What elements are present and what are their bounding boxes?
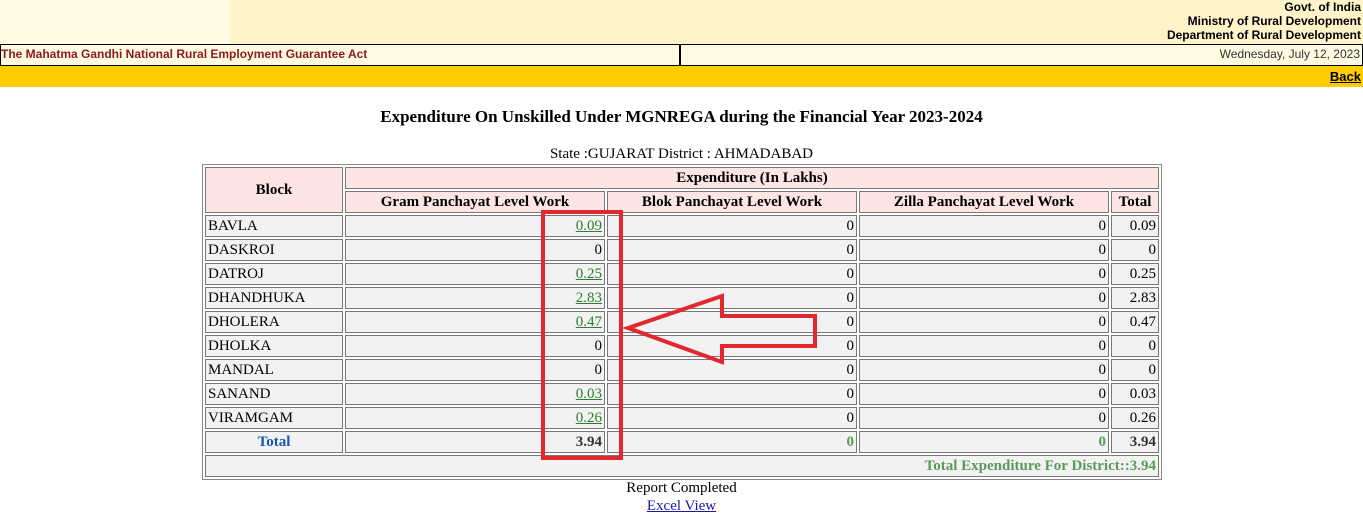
govt-of-india-text: Govt. of India — [1284, 0, 1361, 14]
gram-panchayat-value-link[interactable]: 0.47 — [576, 314, 602, 330]
header-zilla-panchayat: Zilla Panchayat Level Work — [859, 191, 1109, 213]
row-total-value: 0 — [1111, 335, 1159, 357]
table-row: DHOLKA 0 0 0 0 — [205, 335, 1159, 357]
row-total-value: 0.03 — [1111, 383, 1159, 405]
block-name: DATROJ — [205, 263, 343, 285]
row-total-value: 0 — [1111, 359, 1159, 381]
blok-panchayat-value: 0 — [607, 239, 857, 261]
table-row: MANDAL 0 0 0 0 — [205, 359, 1159, 381]
zilla-panchayat-value: 0 — [859, 335, 1109, 357]
gram-panchayat-value: 0 — [345, 335, 605, 357]
row-total-value: 0.47 — [1111, 311, 1159, 333]
excel-view-link[interactable]: Excel View — [647, 498, 716, 514]
blok-panchayat-value: 0 — [607, 215, 857, 237]
blok-panchayat-value: 0 — [607, 383, 857, 405]
total-gram-panchayat: 3.94 — [345, 431, 605, 453]
row-total-value: 0 — [1111, 239, 1159, 261]
zilla-panchayat-value: 0 — [859, 287, 1109, 309]
total-blok-panchayat: 0 — [607, 431, 857, 453]
zilla-panchayat-value: 0 — [859, 239, 1109, 261]
table-row: DASKROI 0 0 0 0 — [205, 239, 1159, 261]
ministry-text: Ministry of Rural Development — [1187, 14, 1361, 28]
blok-panchayat-value: 0 — [607, 407, 857, 429]
district-total-row: Total Expenditure For District::3.94 — [205, 455, 1159, 477]
zilla-panchayat-value: 0 — [859, 215, 1109, 237]
blok-panchayat-value: 0 — [607, 311, 857, 333]
block-name: DHOLKA — [205, 335, 343, 357]
total-row: Total 3.94 0 0 3.94 — [205, 431, 1159, 453]
block-name: BAVLA — [205, 215, 343, 237]
gram-panchayat-value-link[interactable]: 0.25 — [576, 266, 602, 282]
zilla-panchayat-value: 0 — [859, 383, 1109, 405]
zilla-panchayat-value: 0 — [859, 263, 1109, 285]
gram-panchayat-cell: 0.47 — [345, 311, 605, 333]
header-left-panel — [0, 0, 230, 44]
zilla-panchayat-value: 0 — [859, 407, 1109, 429]
page-title: Expenditure On Unskilled Under MGNREGA d… — [380, 107, 983, 126]
gram-panchayat-cell: 0.03 — [345, 383, 605, 405]
date-cell: Wednesday, July 12, 2023 — [680, 44, 1363, 66]
act-title-cell: The Mahatma Gandhi National Rural Employ… — [0, 44, 680, 66]
header-gram-panchayat: Gram Panchayat Level Work — [345, 191, 605, 213]
table-row: SANAND 0.03 0 0 0.03 — [205, 383, 1159, 405]
table-row: BAVLA 0.09 0 0 0.09 — [205, 215, 1159, 237]
table-row: DHOLERA 0.47 0 0 0.47 — [205, 311, 1159, 333]
header-top: Govt. of India Ministry of Rural Develop… — [0, 0, 1363, 44]
zilla-panchayat-value: 0 — [859, 311, 1109, 333]
gram-panchayat-value-link[interactable]: 0.26 — [576, 410, 602, 426]
table-row: DHANDHUKA 2.83 0 0 2.83 — [205, 287, 1159, 309]
nav-band: Back — [0, 66, 1363, 87]
header-right-panel: Govt. of India Ministry of Rural Develop… — [230, 0, 1363, 44]
gram-panchayat-value: 0 — [345, 239, 605, 261]
total-zilla-panchayat: 0 — [859, 431, 1109, 453]
blok-panchayat-value: 0 — [607, 287, 857, 309]
table-body: BAVLA 0.09 0 0 0.09 DASKROI 0 0 0 0 DATROJ 0.25 0 0 0.… — [205, 215, 1159, 429]
row-total-value: 0.09 — [1111, 215, 1159, 237]
gram-panchayat-cell: 0.25 — [345, 263, 605, 285]
gram-panchayat-cell: 2.83 — [345, 287, 605, 309]
block-name: DASKROI — [205, 239, 343, 261]
gram-panchayat-cell: 0.09 — [345, 215, 605, 237]
header-block: Block — [205, 167, 343, 213]
report-table-wrapper: Block Expenditure (In Lakhs) Gram Pancha… — [202, 164, 1162, 480]
block-name: DHANDHUKA — [205, 287, 343, 309]
block-name: DHOLERA — [205, 311, 343, 333]
expenditure-table: Block Expenditure (In Lakhs) Gram Pancha… — [202, 164, 1162, 480]
district-total: Total Expenditure For District::3.94 — [205, 455, 1159, 477]
zilla-panchayat-value: 0 — [859, 359, 1109, 381]
blok-panchayat-value: 0 — [607, 359, 857, 381]
department-text: Department of Rural Development — [1166, 28, 1361, 42]
header-total: Total — [1111, 191, 1159, 213]
row-total-value: 0.25 — [1111, 263, 1159, 285]
block-name: MANDAL — [205, 359, 343, 381]
blok-panchayat-value: 0 — [607, 263, 857, 285]
gram-panchayat-value-link[interactable]: 0.03 — [576, 386, 602, 402]
gram-panchayat-cell: 0.26 — [345, 407, 605, 429]
table-row: DATROJ 0.25 0 0 0.25 — [205, 263, 1159, 285]
block-name: VIRAMGAM — [205, 407, 343, 429]
blok-panchayat-value: 0 — [607, 335, 857, 357]
block-name: SANAND — [205, 383, 343, 405]
gram-panchayat-value-link[interactable]: 2.83 — [576, 290, 602, 306]
table-row: VIRAMGAM 0.26 0 0 0.26 — [205, 407, 1159, 429]
total-overall: 3.94 — [1111, 431, 1159, 453]
row-total-value: 0.26 — [1111, 407, 1159, 429]
current-date: Wednesday, July 12, 2023 — [1219, 47, 1360, 61]
total-label: Total — [205, 431, 343, 453]
header-expenditure: Expenditure (In Lakhs) — [345, 167, 1159, 189]
act-title: The Mahatma Gandhi National Rural Employ… — [1, 47, 368, 61]
header-blok-panchayat: Blok Panchayat Level Work — [607, 191, 857, 213]
report-status: Report Completed — [626, 480, 737, 496]
gram-panchayat-value: 0 — [345, 359, 605, 381]
back-link[interactable]: Back — [1330, 69, 1361, 84]
gram-panchayat-value-link[interactable]: 0.09 — [576, 218, 602, 234]
state-district-line: State :GUJARAT District : AHMADABAD — [549, 146, 814, 162]
row-total-value: 2.83 — [1111, 287, 1159, 309]
